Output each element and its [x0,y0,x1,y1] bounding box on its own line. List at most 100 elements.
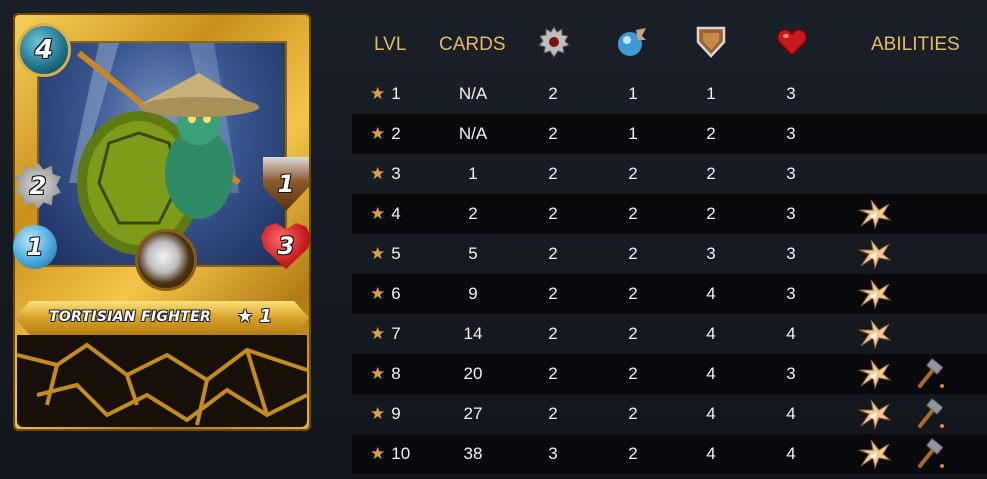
cell-attack: 2 [548,364,558,383]
cell-attack: 2 [548,284,558,303]
cell-level: ★ 2 [370,114,418,154]
hammer-icon[interactable] [914,358,948,390]
hammer-icon[interactable] [914,398,948,430]
star-icon: ★ [370,124,386,143]
melee-attack-icon [538,26,570,58]
star-icon: ★ [370,204,386,223]
cell-speed: 1 [628,84,638,103]
card-emblem [135,229,197,291]
cell-speed: 2 [628,324,638,343]
cell-health: 4 [786,324,796,343]
shatter-icon[interactable] [857,238,892,270]
cell-cards: N/A [458,124,488,143]
cell-cards: N/A [458,84,488,103]
cell-cards: 38 [463,444,483,463]
cell-armor: 1 [706,84,716,103]
cell-health: 3 [786,364,796,383]
cell-attack: 2 [548,404,558,423]
card-lower-panel [17,335,307,427]
table-row: ★ 2 N/A 2 1 2 3 [352,114,987,154]
cell-health: 3 [786,244,796,263]
shatter-icon[interactable] [857,278,892,310]
hammer-icon[interactable] [914,438,948,470]
table-header: LVL CARDS ABILITIES [352,0,987,74]
cell-cards: 9 [468,284,478,303]
header-cards: CARDS [439,34,506,55]
cell-level: ★ 6 [370,274,418,314]
star-icon: ★ [370,164,386,183]
level-number: 5 [391,244,401,263]
health-icon [776,29,808,57]
level-number: 7 [391,324,401,343]
table-row: ★ 7 14 2 2 4 4 [352,314,987,354]
cell-cards: 1 [468,164,478,183]
table-row: ★ 9 27 2 2 4 4 [352,394,987,434]
level-number: 3 [391,164,401,183]
level-number: 4 [391,204,401,223]
shatter-icon[interactable] [857,358,892,390]
shatter-icon[interactable] [857,398,892,430]
cell-armor: 4 [706,324,716,343]
speed-badge: 1 [13,225,57,269]
cell-health: 4 [786,404,796,423]
cell-level: ★ 3 [370,154,418,194]
cell-health: 4 [786,444,796,463]
card-name: TORTISIAN FIGHTER [49,309,212,325]
cell-attack: 2 [548,84,558,103]
mana-badge: 4 [17,23,71,77]
cell-armor: 4 [706,444,716,463]
cell-level: ★ 4 [370,194,418,234]
cell-attack: 2 [548,164,558,183]
card-level: ★ 1 [237,306,272,327]
shatter-icon[interactable] [857,438,892,470]
header-abilities: ABILITIES [871,34,960,55]
cell-speed: 2 [628,444,638,463]
cell-health: 3 [786,164,796,183]
level-number: 2 [391,124,401,143]
shatter-icon[interactable] [857,318,892,350]
star-icon: ★ [370,364,386,383]
cell-cards: 27 [463,404,483,423]
table-row: ★ 3 1 2 2 2 3 [352,154,987,194]
cell-level: ★ 7 [370,314,418,354]
table-row: ★ 4 2 2 2 2 3 [352,194,987,234]
level-number: 10 [391,444,411,463]
cell-armor: 3 [706,244,716,263]
cell-cards: 2 [468,204,478,223]
cell-health: 3 [786,204,796,223]
cell-level: ★ 9 [370,394,418,434]
table-row: ★ 1 N/A 2 1 1 3 [352,74,987,114]
cell-level: ★ 5 [370,234,418,274]
cell-cards: 5 [468,244,478,263]
cell-speed: 2 [628,164,638,183]
star-icon: ★ [370,324,386,343]
cell-attack: 2 [548,204,558,223]
cell-cards: 20 [463,364,483,383]
level-number: 6 [391,284,401,303]
star-icon: ★ [370,284,386,303]
cell-health: 3 [786,284,796,303]
shatter-icon[interactable] [857,198,892,230]
cell-speed: 2 [628,204,638,223]
cell-speed: 2 [628,284,638,303]
cell-health: 3 [786,84,796,103]
cell-cards: 14 [463,324,483,343]
cell-armor: 2 [706,204,716,223]
speed-icon [618,28,646,56]
armor-icon [696,26,726,58]
table-row: ★ 10 38 3 2 4 4 [352,434,987,474]
cell-armor: 4 [706,364,716,383]
cell-attack: 3 [548,444,558,463]
cell-attack: 2 [548,324,558,343]
star-icon: ★ [370,244,386,263]
table-row: ★ 5 5 2 2 3 3 [352,234,987,274]
level-number: 1 [391,84,401,103]
cell-speed: 1 [628,124,638,143]
cell-armor: 4 [706,284,716,303]
cell-speed: 2 [628,404,638,423]
cell-level: ★ 8 [370,354,418,394]
cell-level: ★ 1 [370,74,418,114]
cell-level: ★ 10 [370,434,418,474]
cell-attack: 2 [548,124,558,143]
cell-health: 3 [786,124,796,143]
